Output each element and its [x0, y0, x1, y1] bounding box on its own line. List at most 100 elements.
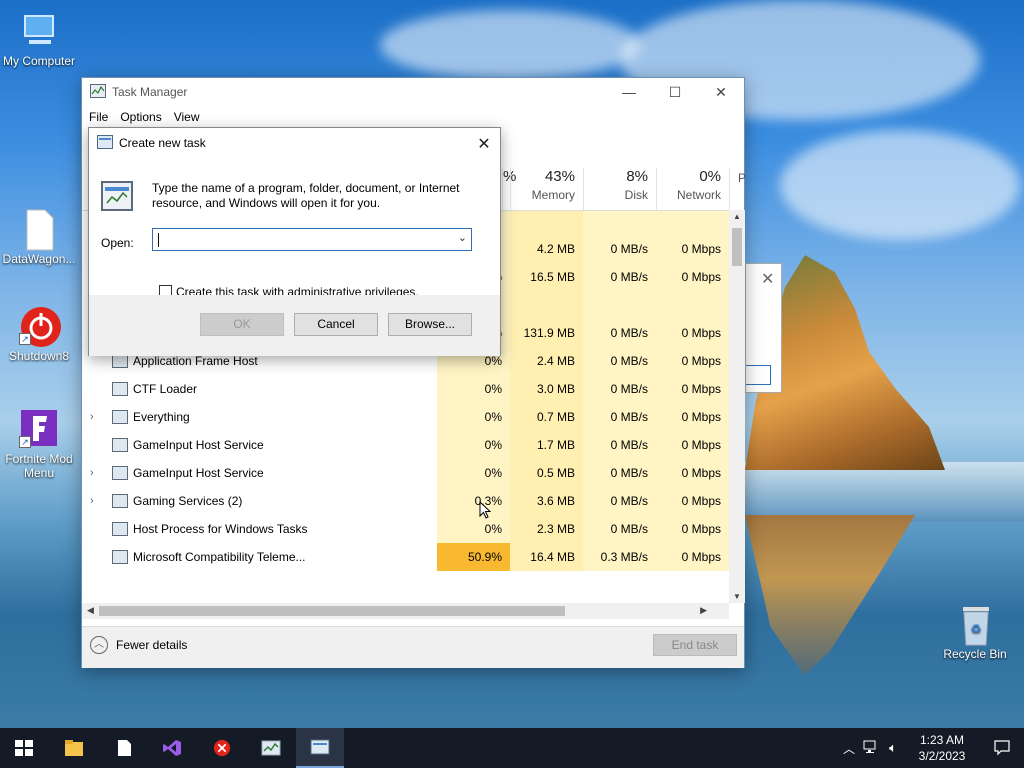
chevron-down-icon[interactable]: ⌄ — [458, 231, 467, 244]
end-task-button[interactable]: End task — [653, 634, 737, 656]
menu-options[interactable]: Options — [120, 110, 161, 124]
table-row[interactable]: CTF Loader 0% 3.0 MB 0 MB/s 0 Mbps — [82, 375, 729, 403]
cell-mem — [510, 291, 583, 319]
close-icon[interactable]: ✕ — [761, 269, 774, 289]
table-row[interactable]: › Gaming Services (2) 0.3% 3.6 MB 0 MB/s 0 Mb… — [82, 487, 729, 515]
computer-icon — [19, 10, 59, 50]
dialog-body: Type the name of a program, folder, docu… — [89, 158, 500, 299]
desktop-icon-label: Fortnite Mod Menu — [5, 452, 73, 480]
open-label: Open: — [101, 236, 134, 250]
table-row[interactable]: › GameInput Host Service 0% 0.5 MB 0 MB/s 0 M… — [82, 459, 729, 487]
taskbar-red-x-app[interactable] — [198, 728, 246, 768]
mouse-cursor-icon — [479, 501, 491, 519]
action-center-icon[interactable] — [980, 740, 1024, 756]
menu-view[interactable]: View — [174, 110, 200, 124]
taskbar-document[interactable] — [100, 728, 148, 768]
chevron-right-icon[interactable]: › — [90, 467, 100, 479]
column-header-memory[interactable]: 43% Memory — [510, 168, 583, 210]
scroll-left-icon[interactable]: ◀ — [87, 605, 94, 616]
dialog-title-bar[interactable]: Create new task ✕ — [89, 128, 500, 158]
taskbar-run-dialog[interactable] — [296, 728, 344, 768]
cell-disk: 0 MB/s — [583, 403, 656, 431]
column-header-power[interactable]: P — [729, 168, 746, 210]
maximize-icon[interactable]: ☐ — [652, 78, 698, 106]
fewer-details-label: Fewer details — [116, 638, 188, 652]
cancel-button[interactable]: Cancel — [294, 313, 378, 336]
cell-mem: 16.4 MB — [510, 543, 583, 571]
ok-button[interactable]: OK — [200, 313, 284, 336]
process-icon — [112, 382, 128, 396]
chevron-right-icon[interactable]: › — [90, 495, 100, 507]
scroll-thumb[interactable] — [732, 228, 742, 266]
cell-disk: 0 MB/s — [583, 431, 656, 459]
title-bar[interactable]: Task Manager — ☐ ✕ — [82, 78, 744, 106]
start-icon — [15, 740, 33, 756]
chevron-up-icon[interactable]: ︿ — [838, 740, 860, 757]
desktop-icon-datawagon[interactable]: DataWagon... — [1, 208, 77, 266]
background-dialog-input[interactable] — [746, 365, 771, 385]
scroll-down-icon[interactable]: ▼ — [733, 592, 741, 601]
taskbar: ︿ 🔈︎ 1:23 AM 3/2/2023 — [0, 728, 1024, 768]
fewer-details-button[interactable]: ︿ Fewer details — [90, 636, 187, 654]
window-title: Task Manager — [112, 85, 188, 99]
cell-cpu: 0% — [437, 431, 510, 459]
cell-net: 0 Mbps — [656, 375, 729, 403]
file-explorer-icon — [65, 740, 83, 756]
horizontal-scrollbar[interactable]: ◀ ▶ — [82, 603, 729, 619]
vertical-scrollbar[interactable]: ▲ ▼ — [729, 210, 745, 603]
network-icon[interactable] — [860, 740, 882, 757]
volume-icon[interactable]: 🔈︎ — [882, 740, 904, 756]
chevron-right-icon[interactable]: › — [90, 411, 100, 423]
table-row[interactable]: GameInput Host Service 0% 1.7 MB 0 MB/s 0 Mb… — [82, 431, 729, 459]
cell-disk — [583, 211, 656, 235]
close-icon[interactable]: ✕ — [476, 134, 492, 154]
taskbar-task-manager[interactable] — [247, 728, 295, 768]
cell-net — [656, 291, 729, 319]
table-row[interactable]: Host Process for Windows Tasks 0% 2.3 MB 0 … — [82, 515, 729, 543]
minimize-icon[interactable]: — — [606, 78, 652, 106]
open-combobox[interactable]: ⌄ — [152, 228, 472, 251]
close-icon[interactable]: ✕ — [698, 78, 744, 106]
desktop-icon-recycle-bin[interactable]: ♻ Recycle Bin — [937, 603, 1013, 661]
cell-net: 0 Mbps — [656, 431, 729, 459]
task-manager-icon — [261, 740, 281, 756]
table-row[interactable]: Microsoft Compatibility Teleme... 50.9% 16… — [82, 543, 729, 571]
cell-cpu: 0.3% — [437, 487, 510, 515]
process-name: Application Frame Host — [133, 354, 258, 368]
process-icon — [112, 438, 128, 452]
cell-net: 0 Mbps — [656, 347, 729, 375]
desktop-icon-shutdown8[interactable]: ↗ Shutdown8 — [1, 305, 77, 363]
clock-date: 3/2/2023 — [918, 749, 966, 763]
scroll-thumb[interactable] — [99, 606, 565, 616]
column-header-disk[interactable]: 8% Disk — [583, 168, 656, 210]
cell-net: 0 Mbps — [656, 487, 729, 515]
red-x-icon — [213, 739, 231, 757]
cell-disk: 0 MB/s — [583, 515, 656, 543]
system-tray: ︿ 🔈︎ 1:23 AM 3/2/2023 — [838, 728, 1024, 768]
cell-disk: 0 MB/s — [583, 319, 656, 347]
process-name: CTF Loader — [133, 382, 198, 396]
cell-net — [656, 211, 729, 235]
run-icon — [97, 134, 113, 152]
cell-net: 0 Mbps — [656, 459, 729, 487]
menu-file[interactable]: File — [89, 110, 108, 124]
taskbar-file-explorer[interactable] — [50, 728, 98, 768]
cell-cpu: 0% — [437, 375, 510, 403]
taskbar-visual-studio[interactable] — [148, 728, 196, 768]
table-row[interactable]: › Everything 0% 0.7 MB 0 MB/s 0 Mbps — [82, 403, 729, 431]
desktop-icon-my-computer[interactable]: My Computer — [1, 10, 77, 68]
scroll-up-icon[interactable]: ▲ — [733, 212, 741, 221]
process-icon — [112, 410, 128, 424]
file-icon — [19, 208, 59, 251]
dialog-title: Create new task — [119, 136, 206, 150]
scroll-right-icon[interactable]: ▶ — [700, 605, 707, 616]
cell-mem: 0.7 MB — [510, 403, 583, 431]
browse-button[interactable]: Browse... — [388, 313, 472, 336]
column-name: Network — [676, 188, 721, 202]
clock[interactable]: 1:23 AM 3/2/2023 — [904, 732, 980, 764]
start-button[interactable] — [0, 728, 48, 768]
cell-net: 0 Mbps — [656, 263, 729, 291]
desktop-icon-fortnite-mod-menu[interactable]: ↗ Fortnite Mod Menu — [1, 408, 77, 480]
task-manager-icon — [90, 83, 106, 101]
column-header-network[interactable]: 0% Network — [656, 168, 729, 210]
